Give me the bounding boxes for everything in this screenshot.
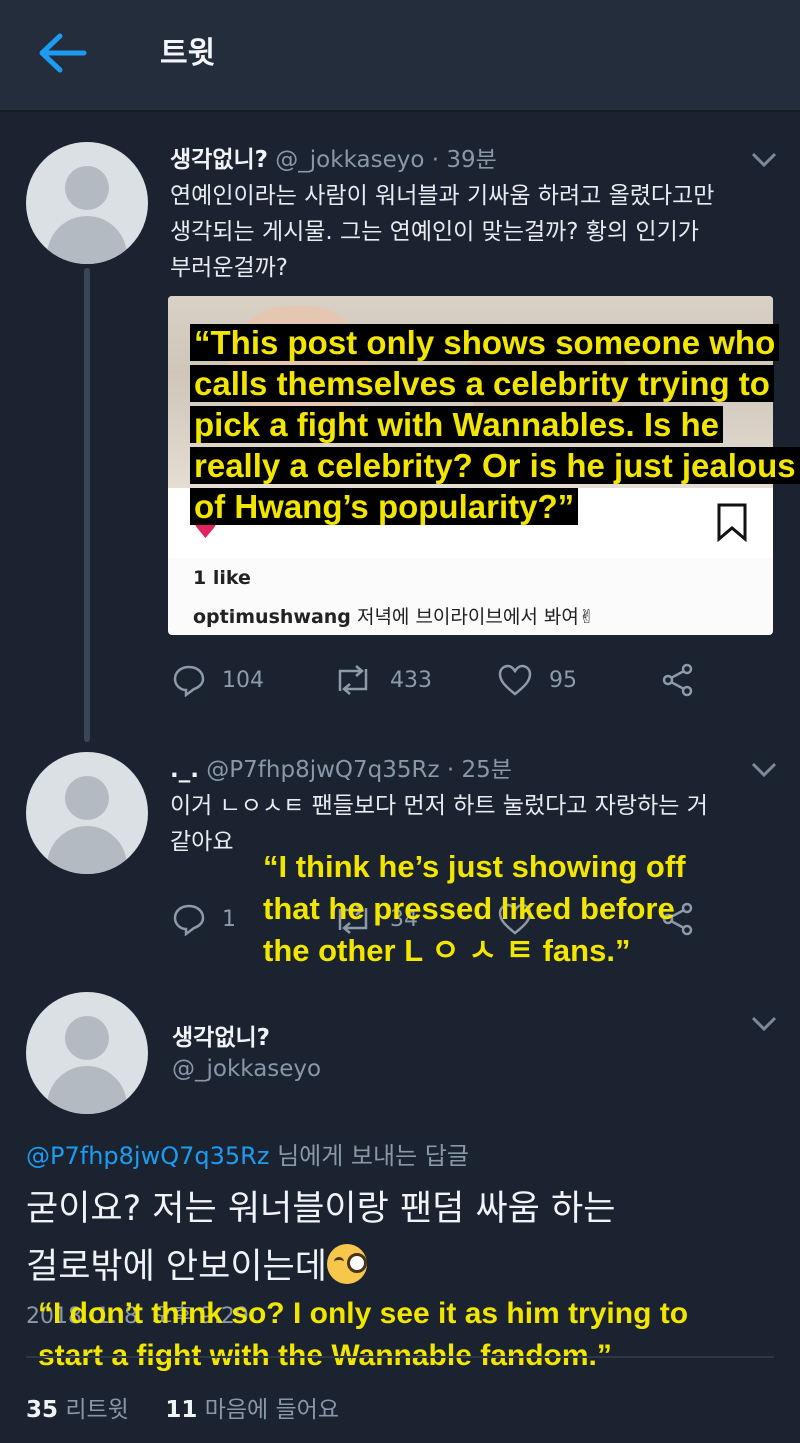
reply-button[interactable]: 1 bbox=[172, 902, 236, 936]
translation-caption-1: “This post only shows someone who calls … bbox=[190, 322, 800, 527]
handle-and-time: @_jokkaseyo · 39분 bbox=[275, 147, 497, 173]
like-button[interactable]: 95 bbox=[497, 663, 577, 697]
tweet-author: 생각없니? bbox=[172, 1018, 270, 1052]
chevron-down-icon[interactable] bbox=[750, 1014, 778, 1034]
monocle-face-emoji-icon bbox=[326, 1244, 367, 1284]
author-handle: @_jokkaseyo bbox=[172, 1056, 322, 1082]
retweet-button[interactable]: 433 bbox=[332, 663, 432, 697]
translation-caption-3: “I don’t think so? I only see it as him … bbox=[38, 1297, 689, 1372]
avatar[interactable] bbox=[26, 992, 148, 1114]
top-bar: 트윗 bbox=[0, 0, 800, 112]
display-name[interactable]: 생각없니? bbox=[172, 1018, 270, 1052]
engagement-stats: 35 리트윗 11 마음에 들어요 bbox=[26, 1397, 339, 1423]
avatar[interactable] bbox=[26, 752, 148, 874]
reply-button[interactable]: 104 bbox=[172, 663, 264, 697]
chevron-down-icon[interactable] bbox=[750, 150, 778, 170]
tweet-author: 생각없니? @_jokkaseyo · 39분 bbox=[170, 140, 497, 174]
chevron-down-icon[interactable] bbox=[750, 760, 778, 780]
tweet-author: ._. @P7fhp8jwQ7q35Rz · 25분 bbox=[170, 750, 512, 784]
avatar[interactable] bbox=[26, 142, 148, 264]
embed-like-count: 1 like bbox=[193, 567, 251, 589]
page-title: 트윗 bbox=[160, 36, 216, 71]
retweet-total[interactable]: 35 bbox=[26, 1397, 58, 1423]
handle-and-time: @P7fhp8jwQ7q35Rz · 25분 bbox=[206, 757, 512, 783]
display-name[interactable]: 생각없니? bbox=[170, 147, 268, 173]
reply-context: @P7fhp8jwQ7q35Rz 님에게 보내는 답글 bbox=[26, 1142, 469, 1170]
mention-link[interactable]: @P7fhp8jwQ7q35Rz bbox=[26, 1142, 269, 1170]
translation-caption-2: “I think he’s just showing off that he p… bbox=[263, 849, 686, 968]
divider bbox=[26, 1356, 774, 1358]
embed-caption: optimushwang 저녁에 브이라이브에서 봐여✌ bbox=[193, 606, 595, 628]
share-button[interactable] bbox=[660, 663, 696, 697]
reply-count: 1 bbox=[222, 906, 236, 932]
retweet-count: 433 bbox=[390, 667, 432, 693]
thread-connector bbox=[84, 268, 90, 742]
display-name[interactable]: ._. bbox=[170, 757, 199, 783]
like-total[interactable]: 11 bbox=[165, 1397, 197, 1423]
tweet-text: 굳이요? 저는 워너블이랑 팬덤 싸움 하는 걸로밖에 안보이는데 bbox=[26, 1189, 616, 1287]
back-arrow-icon[interactable] bbox=[36, 30, 92, 76]
tweet-text: 연예인이라는 사람이 워너블과 기싸움 하려고 올렸다고만 생각되는 게시물. … bbox=[170, 183, 715, 281]
like-count: 95 bbox=[549, 667, 577, 693]
reply-count: 104 bbox=[222, 667, 264, 693]
